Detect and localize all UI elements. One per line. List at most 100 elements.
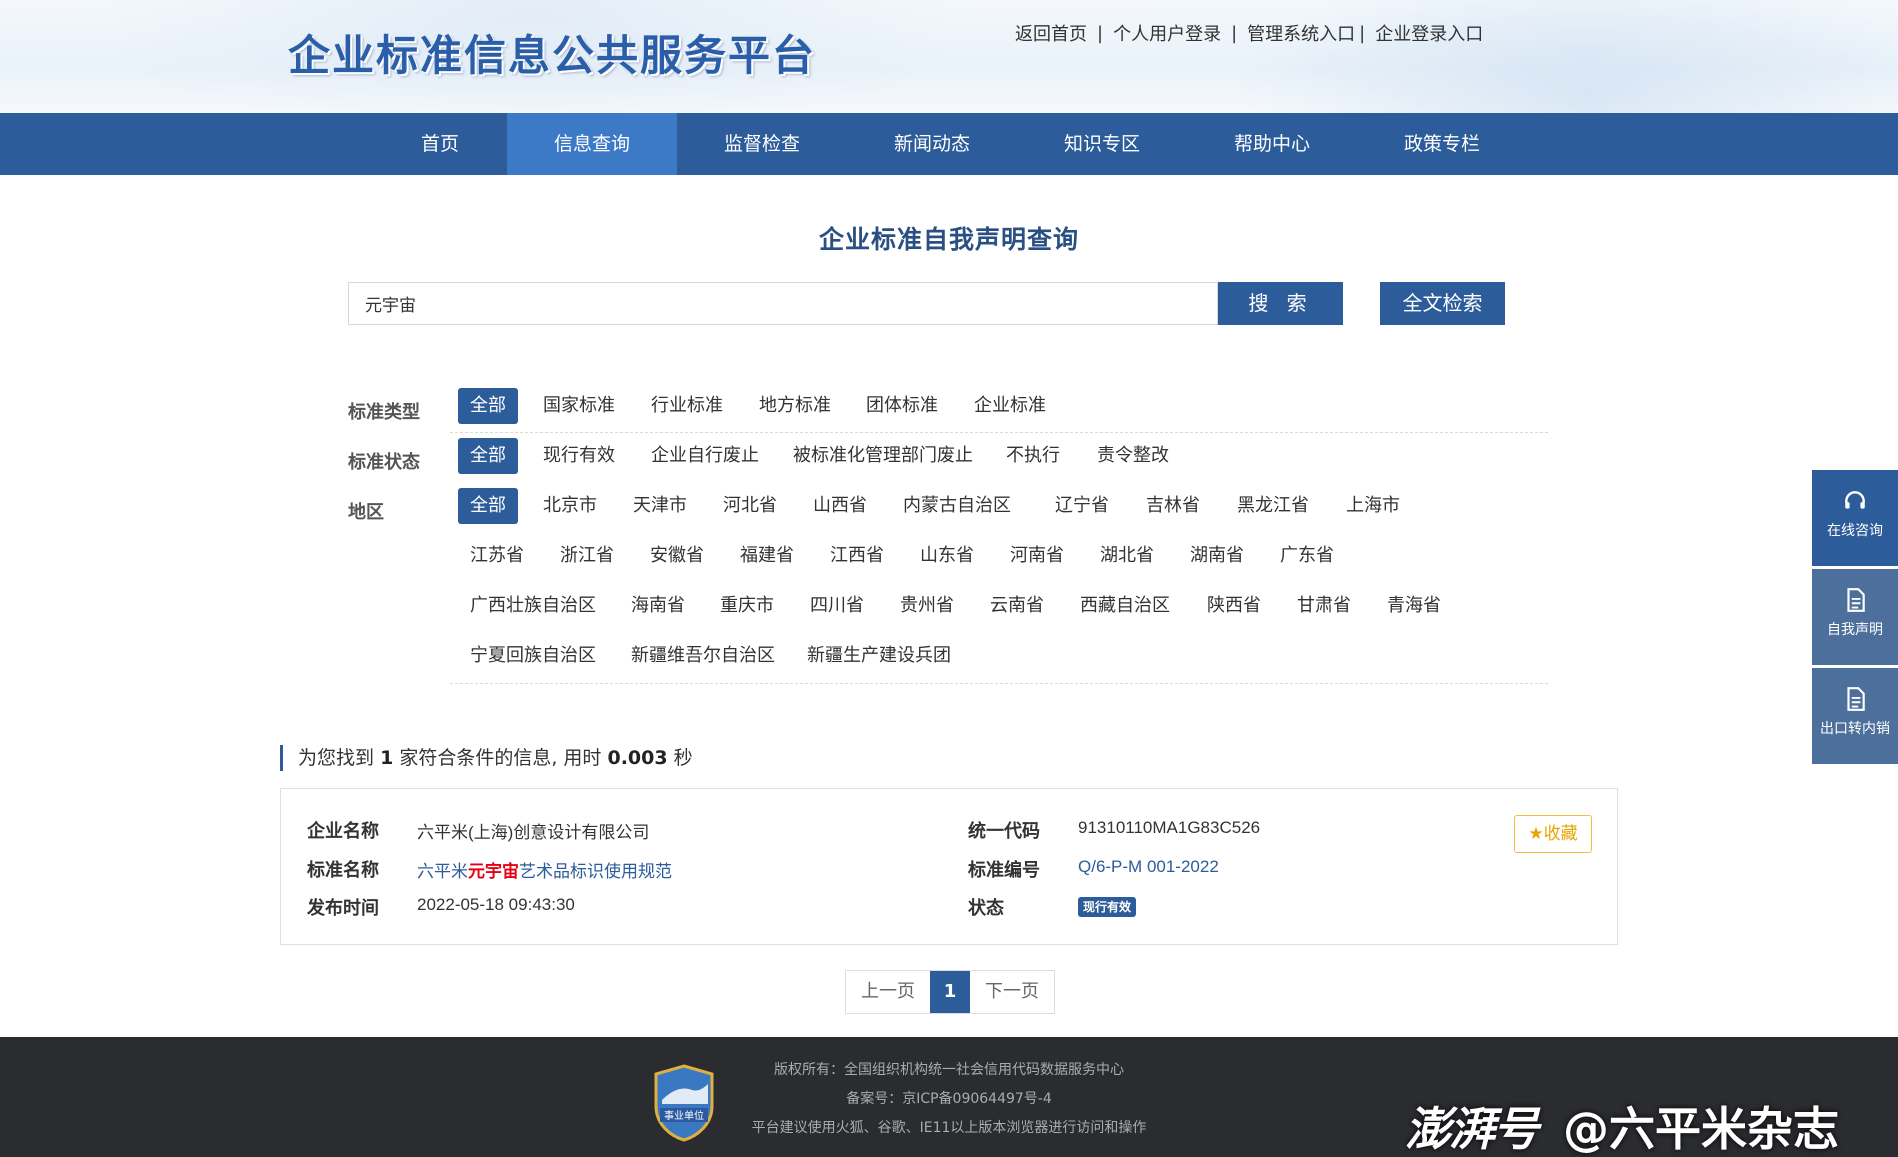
prev-page-button[interactable]: 上一页 <box>846 971 930 1013</box>
standard-no-label: 标准编号 <box>968 860 1040 881</box>
filter-region-item[interactable]: 黑龙江省 <box>1225 488 1321 524</box>
standard-no-link[interactable]: Q/6-P-M 001-2022 <box>1078 857 1219 877</box>
result-summary: 为您找到 1 家符合条件的信息, 用时 0.003 秒 <box>280 745 693 771</box>
nav-item-news[interactable]: 新闻动态 <box>847 113 1017 175</box>
side-export-domestic[interactable]: 出口转内销 <box>1812 668 1898 764</box>
search-button[interactable]: 搜 索 <box>1218 282 1343 325</box>
filter-status-not-executed[interactable]: 不执行 <box>994 438 1072 474</box>
nav-item-supervision[interactable]: 监督检查 <box>677 113 847 175</box>
nav-item-knowledge[interactable]: 知识专区 <box>1017 113 1187 175</box>
header-decoration-right <box>1238 0 1898 113</box>
filter-region-item[interactable]: 重庆市 <box>708 588 786 624</box>
filter-region-item[interactable]: 陕西省 <box>1195 588 1273 624</box>
filter-region-item[interactable]: 湖北省 <box>1088 538 1166 574</box>
nav-item-home[interactable]: 首页 <box>390 113 490 175</box>
filter-region-item[interactable]: 福建省 <box>728 538 806 574</box>
filter-type-group[interactable]: 团体标准 <box>854 388 950 424</box>
filter-region-item[interactable]: 内蒙古自治区 <box>891 488 1023 524</box>
filter-region-item[interactable]: 上海市 <box>1334 488 1412 524</box>
link-home[interactable]: 返回首页 <box>1015 20 1087 46</box>
nav-item-policy[interactable]: 政策专栏 <box>1357 113 1527 175</box>
separator: | <box>1359 22 1366 44</box>
filter-region-item[interactable]: 西藏自治区 <box>1068 588 1182 624</box>
filter-status-self-abolished[interactable]: 企业自行废止 <box>639 438 771 474</box>
filter-region-item[interactable]: 山西省 <box>801 488 879 524</box>
summary-middle: 家符合条件的信息, 用时 <box>399 747 602 769</box>
credit-code: 91310110MA1G83C526 <box>1078 818 1261 837</box>
filter-region-item[interactable]: 青海省 <box>1375 588 1453 624</box>
filter-status-valid[interactable]: 现行有效 <box>531 438 627 474</box>
filter-region-item[interactable]: 甘肃省 <box>1285 588 1363 624</box>
filter-status-all[interactable]: 全部 <box>458 438 518 474</box>
filter-label-status: 标准状态 <box>348 452 420 473</box>
site-header: 企业标准信息公共服务平台 返回首页 | 个人用户登录 | 管理系统入口 | 企业… <box>0 0 1898 113</box>
divider <box>450 683 1548 684</box>
nav-item-info-query[interactable]: 信息查询 <box>507 113 677 175</box>
pagination: 上一页 1 下一页 <box>845 970 1055 1014</box>
filter-region-item[interactable]: 广西壮族自治区 <box>458 588 608 624</box>
status-label: 状态 <box>968 898 1004 919</box>
next-page-button[interactable]: 下一页 <box>970 971 1054 1013</box>
filter-region-all[interactable]: 全部 <box>458 488 518 524</box>
page-1-button[interactable]: 1 <box>930 971 970 1013</box>
watermark: 澎湃号 @六平米杂志 <box>1405 1093 1839 1157</box>
search-input[interactable] <box>348 282 1218 325</box>
document-icon <box>1847 588 1865 612</box>
standard-name-label: 标准名称 <box>307 860 379 881</box>
filter-type-enterprise[interactable]: 企业标准 <box>962 388 1058 424</box>
filter-status-admin-abolished[interactable]: 被标准化管理部门废止 <box>781 438 985 474</box>
summary-prefix: 为您找到 <box>298 747 375 769</box>
link-personal-login[interactable]: 个人用户登录 <box>1113 20 1221 46</box>
filter-region-item[interactable]: 天津市 <box>621 488 699 524</box>
filter-region-item[interactable]: 新疆维吾尔自治区 <box>619 638 787 674</box>
fulltext-search-button[interactable]: 全文检索 <box>1380 282 1505 325</box>
company-name: 六平米(上海)创意设计有限公司 <box>417 823 650 842</box>
filter-type-all[interactable]: 全部 <box>458 388 518 424</box>
filter-region-item[interactable]: 安徽省 <box>638 538 716 574</box>
filter-region-item[interactable]: 浙江省 <box>548 538 626 574</box>
filter-region-item[interactable]: 河北省 <box>711 488 789 524</box>
side-online-consult[interactable]: 在线咨询 <box>1812 470 1898 566</box>
filter-region-item[interactable]: 辽宁省 <box>1043 488 1121 524</box>
watermark-author: @六平米杂志 <box>1563 1102 1839 1156</box>
filter-region-item[interactable]: 贵州省 <box>888 588 966 624</box>
filter-status-rectify[interactable]: 责令整改 <box>1085 438 1181 474</box>
filter-region-item[interactable]: 广东省 <box>1268 538 1346 574</box>
side-self-declaration[interactable]: 自我声明 <box>1812 569 1898 665</box>
filter-region-item[interactable]: 湖南省 <box>1178 538 1256 574</box>
link-admin-entry[interactable]: 管理系统入口 <box>1247 20 1355 46</box>
publish-time-label: 发布时间 <box>307 898 379 919</box>
filter-region-item[interactable]: 北京市 <box>531 488 609 524</box>
favorite-label: 收藏 <box>1543 824 1578 844</box>
filter-region-item[interactable]: 河南省 <box>998 538 1076 574</box>
filter-type-industry[interactable]: 行业标准 <box>639 388 735 424</box>
top-links: 返回首页 | 个人用户登录 | 管理系统入口 | 企业登录入口 <box>1015 20 1483 46</box>
site-title-logo[interactable]: 企业标准信息公共服务平台 <box>288 22 816 83</box>
filter-region-item[interactable]: 四川省 <box>798 588 876 624</box>
filter-region-item[interactable]: 云南省 <box>978 588 1056 624</box>
result-card: 企业名称 六平米(上海)创意设计有限公司 标准名称 六平米元宇宙艺术品标识使用规… <box>280 788 1618 945</box>
filter-region-item[interactable]: 新疆生产建设兵团 <box>795 638 963 674</box>
nav-item-help[interactable]: 帮助中心 <box>1187 113 1357 175</box>
summary-time: 0.003 <box>607 747 668 769</box>
filter-region-item[interactable]: 江苏省 <box>458 538 536 574</box>
filter-region-item[interactable]: 吉林省 <box>1134 488 1212 524</box>
standard-name-link[interactable]: 六平米元宇宙艺术品标识使用规范 <box>417 857 672 882</box>
summary-suffix: 秒 <box>673 747 693 769</box>
side-self-declaration-label: 自我声明 <box>1827 622 1883 638</box>
filter-label-type: 标准类型 <box>348 402 420 423</box>
headset-icon <box>1845 491 1865 509</box>
document-icon <box>1847 687 1865 711</box>
filter-region-item[interactable]: 山东省 <box>908 538 986 574</box>
side-online-consult-label: 在线咨询 <box>1827 523 1883 539</box>
filter-region-item[interactable]: 江西省 <box>818 538 896 574</box>
filter-region-item[interactable]: 宁夏回族自治区 <box>458 638 608 674</box>
code-label: 统一代码 <box>968 821 1040 842</box>
main-nav: 首页 信息查询 监督检查 新闻动态 知识专区 帮助中心 政策专栏 <box>0 113 1898 175</box>
filter-type-local[interactable]: 地方标准 <box>747 388 843 424</box>
filter-region-item[interactable]: 海南省 <box>619 588 697 624</box>
filter-type-national[interactable]: 国家标准 <box>531 388 627 424</box>
company-label: 企业名称 <box>307 821 379 842</box>
favorite-button[interactable]: ★收藏 <box>1514 815 1592 853</box>
link-enterprise-login[interactable]: 企业登录入口 <box>1375 20 1483 46</box>
